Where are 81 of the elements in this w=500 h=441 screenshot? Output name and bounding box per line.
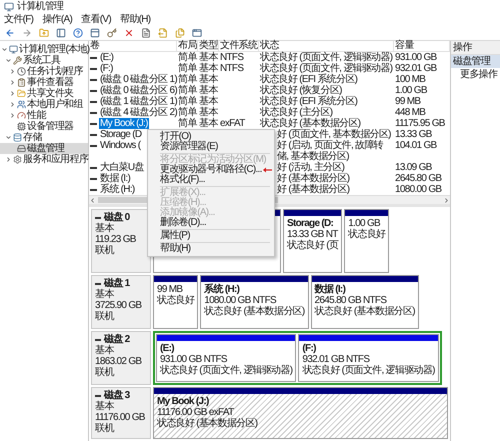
- table-cell: 简单: [177, 107, 198, 118]
- disk-status: 联机: [95, 367, 116, 378]
- table-cell-text: 2645.80 GB: [394, 173, 442, 184]
- partition-size: 1.00 GB: [348, 218, 382, 229]
- partition-status: 状态良好 (页面文件, 逻辑驱动器): [160, 365, 292, 376]
- partition-title: (F:): [302, 343, 317, 354]
- table-cell-text: 104.01 GB: [394, 140, 438, 153]
- partition-title: 数据 (I:): [314, 284, 346, 295]
- partition-status: 状态良好 (页: [287, 240, 338, 251]
- table-cell: 简单: [177, 118, 198, 129]
- partition-status: 状态良好 (基本数据分区): [157, 418, 258, 429]
- partition-size: 13.33 GB NT: [287, 229, 338, 240]
- disk-type: 基本: [95, 223, 115, 234]
- table-cell-text: 100 MB: [394, 74, 426, 85]
- table-cell: 基本: [198, 96, 219, 107]
- table-cell-text: 好 (页面文件, 基本数据分区): [276, 129, 392, 140]
- partition-size: 11176.00 GB exFAT: [157, 407, 235, 418]
- disk-status: 联机: [95, 423, 116, 434]
- table-cell-text: 状态良好 (EFI 系统分区): [259, 74, 358, 85]
- partition-size: 931.00 GB NTFS: [160, 354, 227, 365]
- table-cell: 基本: [198, 74, 219, 85]
- table-cell-text: 好 (启动, 页面文件, 故障转储, 基本数据分区): [276, 140, 384, 162]
- table-cell-text: 状态良好 (主分区): [259, 107, 334, 118]
- partition-size: 99 MB: [157, 284, 182, 295]
- table-cell-text: 状态良好 (基本数据分区): [259, 118, 362, 129]
- table-cell-text: 好 (活动, 主分区): [276, 162, 346, 173]
- table-cell-text: 1.00 GB: [394, 85, 428, 96]
- table-cell-text: 状态良好 (恢复分区): [259, 85, 343, 96]
- table-cell: 基本: [198, 107, 219, 118]
- table-cell-text: 状态良好 (EFI 系统分区): [259, 96, 358, 107]
- table-cell-text: 13.33 GB: [394, 129, 433, 140]
- disk-size: 1863.02 GB: [95, 356, 142, 367]
- disk-status: 联机: [95, 311, 116, 322]
- partition-status: 状态良好 (基本数据分区): [204, 306, 305, 317]
- table-cell: 基本: [198, 52, 219, 63]
- table-cell-text: 99 MB: [394, 96, 422, 107]
- table-cell-text: 状态良好 (页面文件, 逻辑驱动器): [259, 52, 394, 63]
- table-cell-text: NTFS: [219, 52, 244, 63]
- table-cell-text: 好 (基本数据分区): [276, 184, 350, 195]
- table-cell: 简单: [177, 63, 198, 74]
- partition-status: 状态良好: [348, 229, 386, 240]
- disk-name: 磁盘 1: [95, 278, 147, 289]
- table-cell-text: 932.01 GB: [394, 63, 438, 74]
- table-cell: 基本: [198, 85, 219, 96]
- disk-name: 磁盘 3: [95, 390, 147, 401]
- table-cell: 基本: [198, 118, 219, 129]
- partition-title: My Book (J:): [157, 396, 210, 407]
- table-cell-text: exFAT: [219, 118, 246, 129]
- table-cell-text: 931.00 GB: [394, 52, 438, 63]
- disk-size: 11176.00 GB: [95, 412, 146, 423]
- disk-type: 基本: [95, 345, 115, 356]
- partition-size: 2645.80 GB NTFS: [314, 295, 388, 306]
- table-cell-text: 1080.00 GB: [394, 184, 442, 195]
- table-cell: 简单: [177, 74, 198, 85]
- disk-size: 119.23 GB: [95, 234, 137, 245]
- partition-status: 状态良好: [157, 295, 194, 306]
- partition-status: 状态良好 (基本数据分区): [314, 306, 415, 317]
- disk-name: 磁盘 2: [95, 334, 147, 345]
- disk-size: 3725.90 GB: [95, 300, 142, 311]
- disk-name: 磁盘 0: [95, 212, 147, 223]
- partition-title: Storage (D:: [287, 218, 334, 229]
- table-cell-text: 448 MB: [394, 107, 426, 118]
- partition-status: 状态良好 (页面文件, 逻辑驱动器): [302, 365, 435, 376]
- table-cell: 简单: [177, 85, 198, 96]
- disk-status: 联机: [95, 245, 116, 256]
- window-title: 计算机管理: [17, 0, 64, 12]
- actions-header: 操作: [451, 41, 500, 55]
- table-cell: 基本: [198, 63, 219, 74]
- disk-type: 基本: [95, 401, 115, 412]
- table-cell-text: 好 (基本数据分区): [276, 173, 350, 184]
- partition-title: (E:): [160, 343, 175, 354]
- table-cell-text: 11175.95 GB: [394, 118, 446, 129]
- partition-size: 1080.00 GB NTFS: [204, 295, 278, 306]
- table-cell-text: 状态良好 (页面文件, 逻辑驱动器): [259, 63, 394, 74]
- table-cell-text: 13.09 GB: [394, 162, 433, 173]
- table-cell: 简单: [177, 52, 198, 63]
- disk-type: 基本: [95, 289, 115, 300]
- table-cell-text: NTFS: [219, 63, 244, 74]
- table-cell: 简单: [177, 96, 198, 107]
- partition-size: 932.01 GB NTFS: [302, 354, 370, 365]
- partition-title: 系统 (H:): [204, 284, 240, 295]
